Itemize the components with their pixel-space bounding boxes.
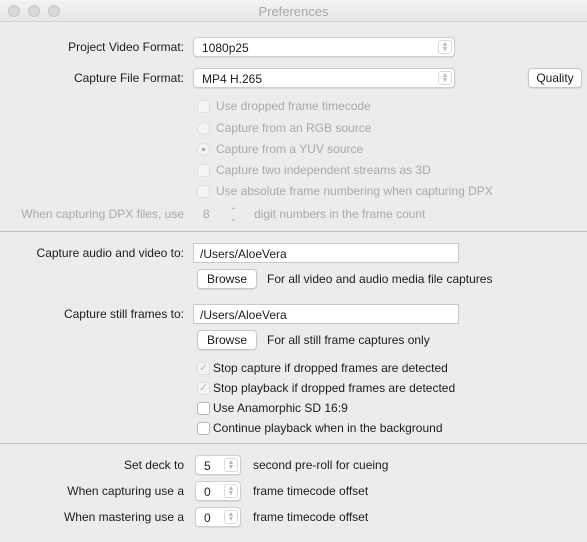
preroll-stepper[interactable]: 5 ▲ ▼ <box>195 455 241 475</box>
stop-playback-label: Stop playback if dropped frames are dete… <box>213 381 456 395</box>
chevron-updown-icon: ▲ ▼ <box>438 71 452 85</box>
dpx-digits-label: When capturing DPX files, use <box>21 207 184 221</box>
dpx-digits-stepper[interactable]: 8 ⌃ ⌄ <box>195 203 245 223</box>
mastering-offset-stepper[interactable]: 0 ▲ ▼ <box>195 507 241 527</box>
capture-still-path-value: /Users/AloeVera <box>200 308 287 322</box>
capture-av-path-field[interactable]: /Users/AloeVera <box>193 243 459 263</box>
separator <box>0 231 587 232</box>
capture-av-browse-button[interactable]: Browse <box>197 269 257 289</box>
capturing-offset-stepper[interactable]: 0 ▲ ▼ <box>195 481 241 501</box>
stepper-arrows-icon: ⌃ ⌄ <box>229 206 237 223</box>
window-title: Preferences <box>258 4 329 19</box>
anamorphic-checkbox[interactable] <box>197 402 210 415</box>
capture-av-path-value: /Users/AloeVera <box>200 247 287 261</box>
preroll-suffix: second pre-roll for cueing <box>253 458 389 472</box>
rgb-source-label: Capture from an RGB source <box>216 121 372 135</box>
quality-button[interactable]: Quality <box>528 68 582 88</box>
yuv-source-label: Capture from a YUV source <box>216 142 364 156</box>
capture-av-label: Capture audio and video to: <box>36 246 184 260</box>
stop-capture-checkbox[interactable] <box>197 361 210 375</box>
stop-playback-checkbox[interactable] <box>197 381 210 395</box>
capturing-offset-value: 0 <box>204 485 211 499</box>
dropped-timecode-label: Use dropped frame timecode <box>216 99 371 113</box>
capture-still-label: Capture still frames to: <box>63 307 184 321</box>
stepper-arrows-icon: ▲ ▼ <box>224 510 238 524</box>
continue-playback-checkbox[interactable] <box>197 422 210 435</box>
capture-av-hint: For all video and audio media file captu… <box>267 272 493 286</box>
stepper-arrows-icon: ▲ ▼ <box>224 484 238 498</box>
project-video-format-popup[interactable]: 1080p25 ▲ ▼ <box>193 37 455 57</box>
yuv-source-radio[interactable] <box>197 143 210 156</box>
capture-still-path-field[interactable]: /Users/AloeVera <box>193 304 459 324</box>
capture-still-browse-button[interactable]: Browse <box>197 330 257 350</box>
set-deck-label: Set deck to <box>123 458 184 472</box>
two-streams-3d-label: Capture two independent streams as 3D <box>216 163 431 177</box>
capture-file-format-popup[interactable]: MP4 H.265 ▲ ▼ <box>193 68 455 88</box>
project-video-format-label: Project Video Format: <box>68 40 184 54</box>
stop-capture-label: Stop capture if dropped frames are detec… <box>213 361 448 375</box>
capturing-offset-suffix: frame timecode offset <box>253 484 369 498</box>
mastering-offset-label: When mastering use a <box>63 510 184 524</box>
capturing-offset-label: When capturing use a <box>67 484 184 498</box>
capture-still-hint: For all still frame captures only <box>267 333 430 347</box>
project-video-format-value: 1080p25 <box>202 41 249 55</box>
rgb-source-radio[interactable] <box>197 122 210 135</box>
dpx-digits-value: 8 <box>203 207 210 221</box>
capture-file-format-value: MP4 H.265 <box>202 72 263 86</box>
preroll-value: 5 <box>204 459 211 473</box>
absolute-numbering-checkbox[interactable] <box>197 185 210 198</box>
two-streams-3d-checkbox[interactable] <box>197 164 210 177</box>
dropped-timecode-checkbox[interactable] <box>197 100 210 113</box>
absolute-numbering-label: Use absolute frame numbering when captur… <box>216 184 493 198</box>
stepper-arrows-icon: ▲ ▼ <box>224 458 238 472</box>
mastering-offset-suffix: frame timecode offset <box>253 510 369 524</box>
dpx-digits-suffix: digit numbers in the frame count <box>254 207 426 221</box>
separator <box>0 443 587 444</box>
capture-file-format-label: Capture File Format: <box>73 71 184 85</box>
anamorphic-label: Use Anamorphic SD 16:9 <box>213 401 348 415</box>
continue-playback-label: Continue playback when in the background <box>213 421 443 435</box>
chevron-updown-icon: ▲ ▼ <box>438 40 452 54</box>
title-bar: Preferences <box>0 0 587 22</box>
mastering-offset-value: 0 <box>204 511 211 525</box>
